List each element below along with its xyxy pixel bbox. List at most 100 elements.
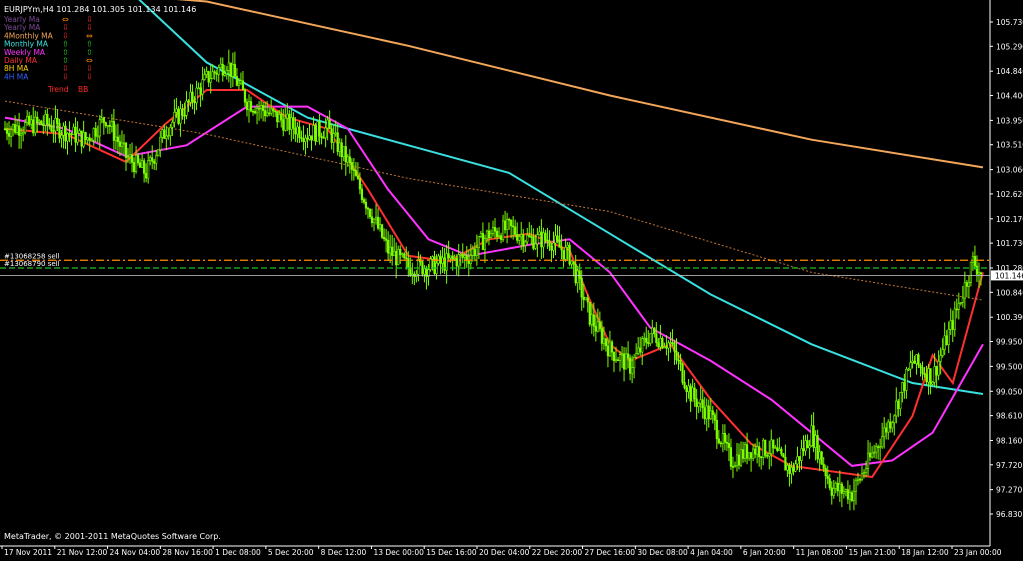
candle-body xyxy=(768,453,771,457)
candle-body xyxy=(850,492,854,501)
candle-body xyxy=(832,488,835,496)
x-tick-label: 6 Jan 20:00 xyxy=(743,548,786,557)
candle-body xyxy=(905,368,908,391)
candle-body xyxy=(546,239,549,242)
candle-body xyxy=(203,74,206,80)
candle-body xyxy=(48,123,51,127)
candle-body xyxy=(298,126,301,139)
candle-body xyxy=(830,487,833,496)
candle-body xyxy=(651,327,654,334)
x-tick-label: 24 Nov 04:00 xyxy=(110,548,161,557)
chart-window[interactable]: Yearly Ma ⇔ ⇩ Yearly MA ⇩ ⇩ 4Monthly MA ⇩ ⇔ Month… xyxy=(0,0,1023,557)
y-tick-label: 98.610 xyxy=(996,412,1022,421)
candle-body xyxy=(709,410,712,420)
candle-body xyxy=(221,63,224,76)
candle-body xyxy=(187,100,190,103)
indicator-legend: Yearly Ma ⇔ ⇩Yearly MA ⇩ ⇩4Monthly MA ⇩ ⇔Month… xyxy=(3,15,93,94)
candle-body xyxy=(286,113,289,119)
candle-body xyxy=(225,70,228,74)
candle-body xyxy=(249,101,253,112)
candle-body xyxy=(199,87,202,95)
candle-body xyxy=(622,353,626,370)
candle-body xyxy=(98,119,101,137)
candle-body xyxy=(161,129,164,138)
candle-body xyxy=(913,360,916,364)
candle-body xyxy=(548,240,551,247)
candle-body xyxy=(643,337,646,340)
x-tick-label: 17 Nov 2011 xyxy=(4,548,52,557)
candle-body xyxy=(284,117,287,131)
candle-body xyxy=(257,107,261,110)
candle-body xyxy=(786,465,789,471)
candle-body xyxy=(854,480,858,492)
candle-body xyxy=(485,230,489,240)
candle-body xyxy=(552,242,555,251)
candle-body xyxy=(600,328,603,344)
candle-body xyxy=(973,256,977,267)
candle-body xyxy=(602,338,605,344)
candle-body xyxy=(790,467,793,474)
candle-body xyxy=(387,240,390,254)
candle-body xyxy=(729,447,733,467)
candle-body xyxy=(288,113,291,130)
candle-body xyxy=(788,465,791,474)
candle-body xyxy=(429,258,432,270)
candle-body xyxy=(36,116,39,123)
candle-body xyxy=(772,439,775,449)
candle-body xyxy=(251,110,255,113)
candle-body xyxy=(659,338,662,348)
candle-body xyxy=(616,359,620,362)
candle-body xyxy=(171,121,174,128)
candle-body xyxy=(959,302,962,304)
candle-body xyxy=(122,142,126,145)
candle-body xyxy=(397,248,400,266)
candle-body xyxy=(179,108,182,124)
candle-body xyxy=(534,243,537,249)
candle-body xyxy=(84,132,87,141)
candle-body xyxy=(405,257,408,260)
candle-body xyxy=(933,366,936,383)
y-tick-label: 99.500 xyxy=(996,362,1022,371)
x-tick-label: 20 Dec 04:00 xyxy=(479,548,530,557)
candle-body xyxy=(262,105,265,111)
candle-body xyxy=(201,79,204,95)
candle-body xyxy=(919,364,922,369)
candle-body xyxy=(745,444,749,459)
y-tick-label: 97.270 xyxy=(996,486,1022,495)
candle-body xyxy=(901,382,904,393)
order-label: #13068790 sell xyxy=(4,260,60,268)
candle-body xyxy=(52,130,55,133)
candle-body xyxy=(780,448,783,455)
candle-body xyxy=(629,357,632,374)
candle-body xyxy=(134,154,138,172)
candle-body xyxy=(215,72,218,75)
candle-body xyxy=(282,119,285,131)
candle-body xyxy=(538,231,541,235)
candle-body xyxy=(362,199,366,203)
legend-arrow-icon: ⇩ xyxy=(86,72,93,81)
candle-body xyxy=(471,248,474,256)
candle-body xyxy=(707,405,710,420)
candle-body xyxy=(683,382,686,389)
candle-body xyxy=(800,448,803,461)
candle-body xyxy=(838,483,841,492)
candle-body xyxy=(856,478,860,481)
candle-body xyxy=(804,440,807,452)
candle-body xyxy=(566,244,569,248)
copyright-text: MetaTrader, © 2001-2011 MetaQuotes Softw… xyxy=(4,532,221,541)
price-chart[interactable]: Yearly Ma ⇔ ⇩Yearly MA ⇩ ⇩4Monthly MA ⇩ ⇔Month… xyxy=(0,0,1023,557)
candle-body xyxy=(74,126,77,143)
candle-body xyxy=(802,448,805,452)
candle-body xyxy=(844,489,847,492)
candle-body xyxy=(266,112,269,117)
candle-body xyxy=(927,368,930,383)
candle-body xyxy=(727,443,731,448)
y-tick-label: 104.400 xyxy=(996,92,1023,101)
candle-body xyxy=(24,122,27,133)
candle-body xyxy=(530,236,533,238)
candle-body xyxy=(687,385,690,392)
candle-body xyxy=(941,349,944,356)
candle-body xyxy=(318,121,321,137)
candle-body xyxy=(501,220,505,240)
candle-body xyxy=(957,303,960,310)
